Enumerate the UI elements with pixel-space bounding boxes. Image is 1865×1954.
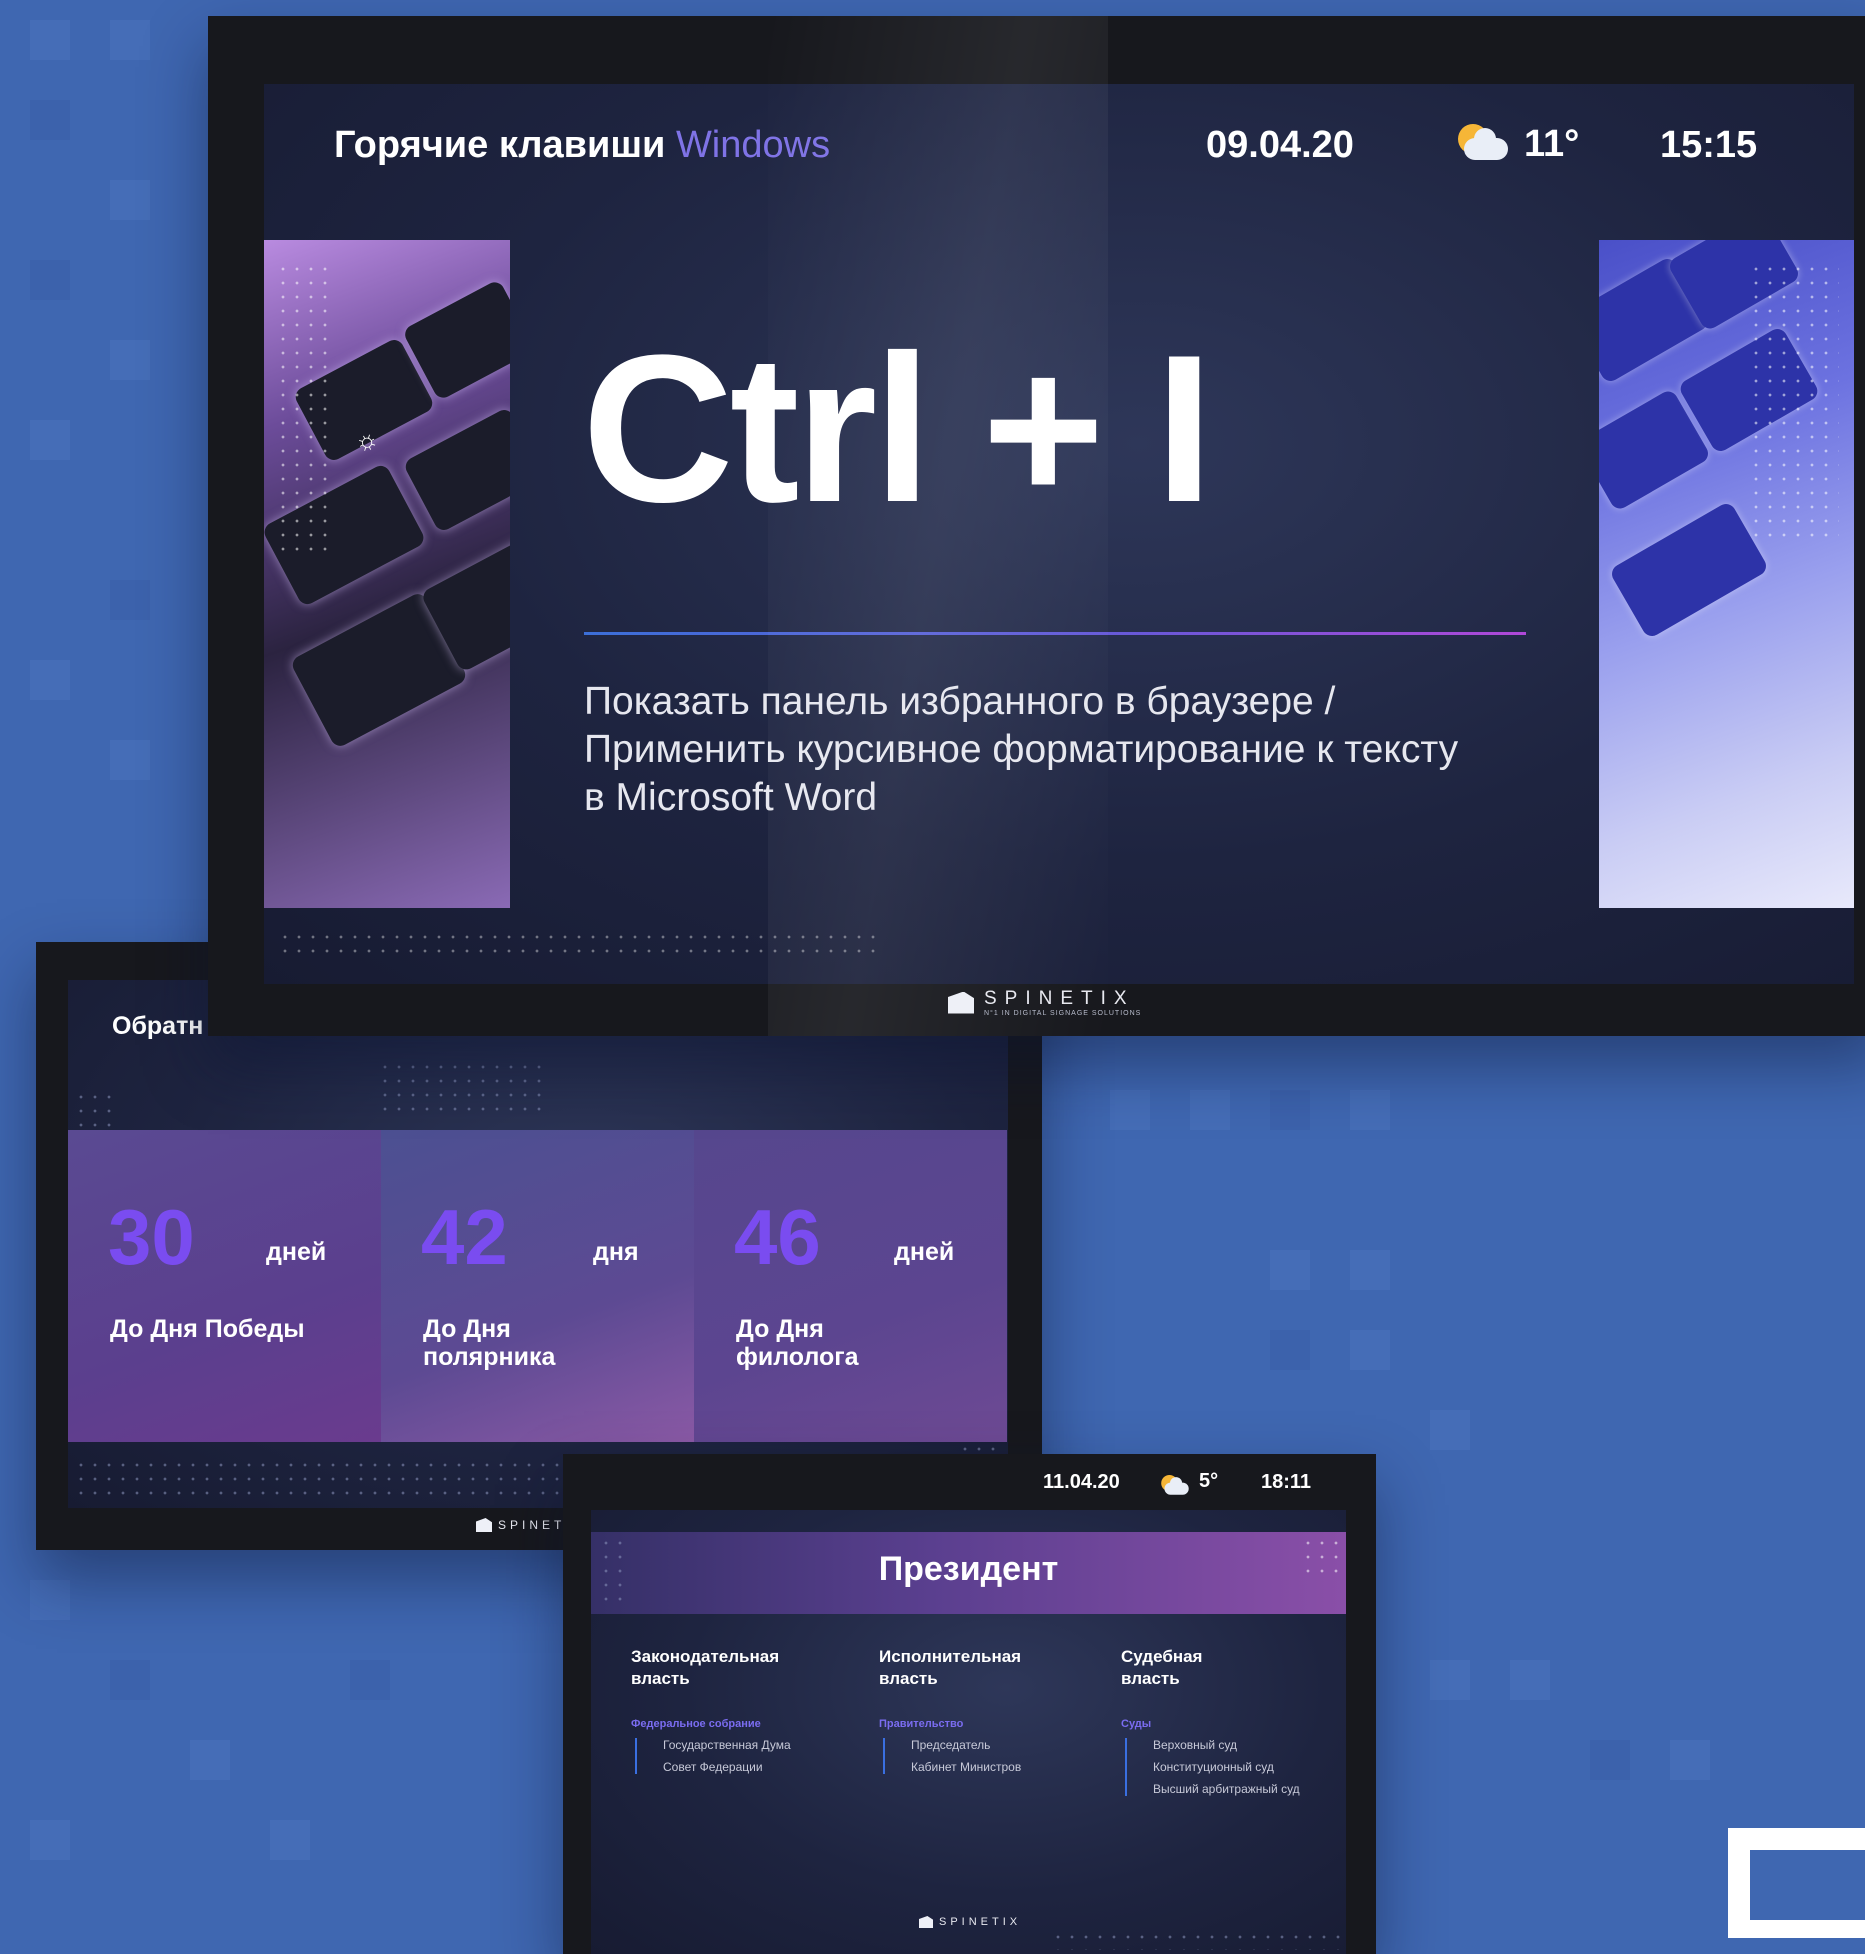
dot-pattern — [378, 1060, 548, 1120]
president-title: Президент — [878, 1550, 1059, 1588]
dot-pattern — [1749, 262, 1839, 542]
dot-pattern — [599, 1536, 629, 1610]
partly-cloudy-icon — [1454, 122, 1510, 166]
countdown-label: До Дня Победы — [110, 1315, 305, 1343]
brand-name: SPINETIX — [939, 1916, 1022, 1928]
title-accent: Windows — [675, 124, 831, 166]
brand-logo: SPINETIX N°1 IN DIGITAL SIGNAGE SOLUTION… — [948, 988, 1141, 1017]
list-item: Совет Федерации — [663, 1760, 763, 1774]
branch-list: Председатель Кабинет Министров — [883, 1738, 1119, 1774]
header-date: 11.04.20 — [1043, 1471, 1120, 1493]
countdown-number: 42 — [421, 1193, 508, 1281]
branch-subheading: Суды — [1121, 1718, 1152, 1730]
dot-pattern — [1051, 1930, 1341, 1950]
government-display: 11.04.20 5° 18:11 Президент Законодатель… — [563, 1454, 1376, 1954]
countdown-card: 30 дней До Дня Победы — [68, 1130, 381, 1442]
keyboard-photo-right — [1599, 240, 1854, 908]
dot-pattern — [1301, 1536, 1341, 1576]
branch-column: Судебная власть Суды Верховный суд Конст… — [1121, 1646, 1346, 1804]
branch-list: Государственная Дума Совет Федерации — [635, 1738, 871, 1774]
countdown-label: До Дня филолога — [736, 1315, 859, 1371]
countdown-card: 42 дня До Дня полярника — [381, 1130, 694, 1442]
president-banner: Президент — [591, 1532, 1346, 1614]
corner-frame — [1728, 1828, 1865, 1938]
header-date: 09.04.20 — [1206, 124, 1354, 166]
temperature: 11° — [1524, 122, 1580, 165]
brand-name: SPINETIX — [984, 988, 1135, 1009]
countdown-screen: Обратн 30 дней До Дня Победы 42 дня До Д… — [68, 980, 1008, 1508]
countdown-number: 30 — [108, 1193, 195, 1281]
spinetix-logo-icon — [476, 1518, 492, 1532]
shortcut-description: Показать панель избранного в браузере / … — [584, 680, 1459, 819]
header-time: 15:15 — [1660, 124, 1758, 166]
gradient-divider — [584, 632, 1526, 635]
list-item: Верховный суд — [1153, 1738, 1238, 1752]
dot-pattern — [278, 930, 884, 962]
header-time: 18:11 — [1261, 1471, 1312, 1493]
weather-widget: 5° — [1159, 1468, 1219, 1495]
spinetix-logo-icon — [948, 991, 974, 1014]
spinetix-logo-icon — [919, 1916, 933, 1928]
list-item: Высший арбитражный суд — [1153, 1782, 1300, 1796]
branch-heading: Исполнительная власть — [879, 1647, 1022, 1688]
hotkeys-display: Горячие клавиши Windows 09.04.20 11° 15:… — [208, 16, 1865, 1036]
list-item: Государственная Дума — [663, 1738, 791, 1752]
temperature: 5° — [1199, 1469, 1219, 1492]
countdown-unit: дня — [593, 1238, 639, 1266]
branch-list: Верховный суд Конституционный суд Высший… — [1125, 1738, 1346, 1796]
list-item: Председатель — [911, 1738, 991, 1752]
header-title: Горячие клавиши Windows — [334, 124, 830, 167]
title-text: Горячие клавиши — [334, 124, 666, 166]
countdown-label: До Дня полярника — [423, 1315, 556, 1371]
dot-pattern — [276, 262, 336, 552]
hotkeys-screen: Горячие клавиши Windows 09.04.20 11° 15:… — [264, 84, 1854, 984]
weather-widget: 11° — [1454, 122, 1579, 166]
partly-cloudy-icon — [1159, 1474, 1189, 1495]
branch-subheading: Правительство — [879, 1718, 964, 1730]
shortcut-keys: Ctrl + I — [582, 311, 1213, 546]
branch-heading: Судебная власть — [1121, 1647, 1203, 1688]
list-item: Конституционный суд — [1153, 1760, 1274, 1774]
countdown-card: 46 дней До Дня филолога — [694, 1130, 1007, 1442]
branch-column: Исполнительная власть Правительство Пред… — [879, 1646, 1119, 1782]
countdown-unit: дней — [894, 1238, 955, 1266]
keyboard-photo-left: ☼ — [264, 240, 510, 908]
branch-heading: Законодательная власть — [631, 1647, 780, 1688]
government-screen: Президент Законодательная власть Федерал… — [591, 1510, 1346, 1954]
brand-tagline: N°1 IN DIGITAL SIGNAGE SOLUTIONS — [984, 1010, 1142, 1017]
countdown-title: Обратн — [112, 1012, 204, 1040]
brand-logo: SPINETIX — [919, 1916, 1021, 1928]
branch-column: Законодательная власть Федеральное собра… — [631, 1646, 871, 1782]
list-item: Кабинет Министров — [911, 1760, 1022, 1774]
countdown-unit: дней — [266, 1238, 327, 1266]
countdown-number: 46 — [734, 1193, 821, 1281]
branch-subheading: Федеральное собрание — [631, 1718, 761, 1730]
